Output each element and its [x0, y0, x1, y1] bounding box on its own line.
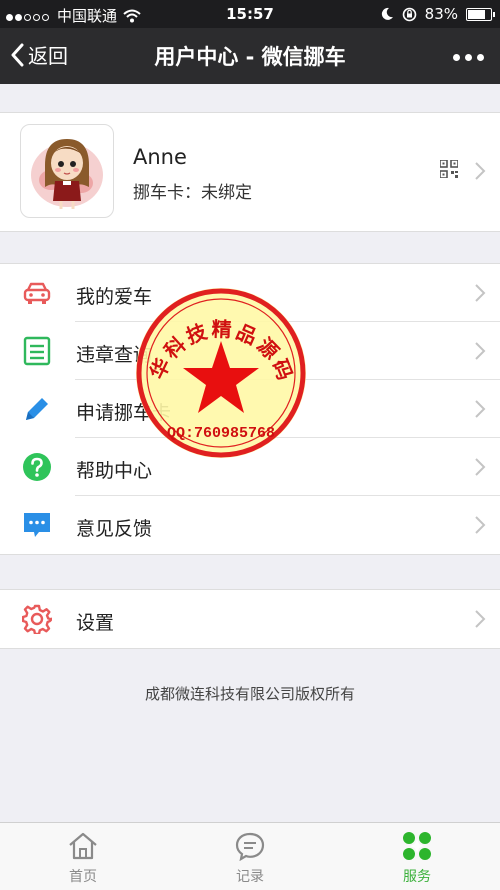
chevron-right-icon — [475, 516, 486, 534]
tab-home[interactable]: 首页 — [0, 823, 166, 890]
qr-code-icon[interactable] — [440, 160, 458, 178]
chevron-right-icon — [475, 400, 486, 418]
page-title: 用户中心 - 微信挪车 — [154, 45, 346, 69]
avatar-girl-illustration — [31, 139, 103, 209]
menu-item-apply-card[interactable]: 申请挪车卡 — [0, 380, 500, 438]
menu-item-settings[interactable]: 设置 — [0, 590, 500, 648]
chevron-right-icon — [475, 284, 486, 302]
chevron-right-icon — [475, 458, 486, 476]
tab-services[interactable]: 服务 — [334, 823, 500, 890]
chevron-right-icon — [475, 162, 486, 180]
status-bar: 中国联通 15:57 83% — [0, 0, 500, 28]
menu-item-my-car[interactable]: 我的爱车 — [0, 264, 500, 322]
tab-label: 首页 — [69, 869, 97, 885]
battery-icon — [466, 7, 495, 21]
menu-label: 帮助中心 — [76, 460, 153, 482]
menu-label: 我的爱车 — [76, 286, 153, 308]
chat-icon — [24, 513, 50, 537]
battery-percent: 83% — [424, 5, 458, 23]
question-icon — [23, 453, 51, 481]
menu-item-violation-query[interactable]: 违章查询 — [0, 322, 500, 380]
menu-list: 我的爱车 违章查询 申请挪车卡 帮助中心 意见反馈 — [0, 263, 500, 555]
chevron-right-icon — [475, 342, 486, 360]
more-options-button[interactable] — [453, 54, 484, 61]
menu-label: 设置 — [76, 612, 115, 634]
tab-bar: 首页 记录 服务 — [0, 822, 500, 890]
copyright-text: 成都微连科技有限公司版权所有 — [144, 685, 355, 703]
pencil-icon — [26, 398, 48, 420]
tab-records[interactable]: 记录 — [167, 823, 333, 890]
document-list-icon — [23, 336, 51, 366]
car-icon — [23, 282, 51, 304]
menu-label: 申请挪车卡 — [76, 402, 172, 424]
tab-label: 服务 — [403, 869, 431, 885]
settings-group: 设置 — [0, 589, 500, 649]
menu-label: 违章查询 — [76, 344, 153, 366]
services-icon — [403, 832, 431, 860]
menu-item-help-center[interactable]: 帮助中心 — [0, 438, 500, 496]
moon-icon — [381, 7, 393, 20]
avatar[interactable] — [20, 124, 114, 218]
navigation-bar: 返回 用户中心 - 微信挪车 — [0, 28, 500, 84]
menu-item-feedback[interactable]: 意见反馈 — [0, 496, 500, 554]
gear-icon — [22, 604, 52, 634]
home-icon — [69, 832, 97, 860]
user-name: Anne — [133, 145, 187, 169]
parking-card-status: 挪车卡：未绑定 — [133, 183, 252, 203]
rotation-lock-icon — [402, 7, 416, 21]
chevron-right-icon — [475, 610, 486, 628]
tab-label: 记录 — [236, 869, 264, 885]
chat-bubble-icon — [235, 832, 265, 861]
profile-card[interactable]: Anne 挪车卡：未绑定 — [0, 112, 500, 232]
menu-label: 意见反馈 — [76, 518, 153, 540]
